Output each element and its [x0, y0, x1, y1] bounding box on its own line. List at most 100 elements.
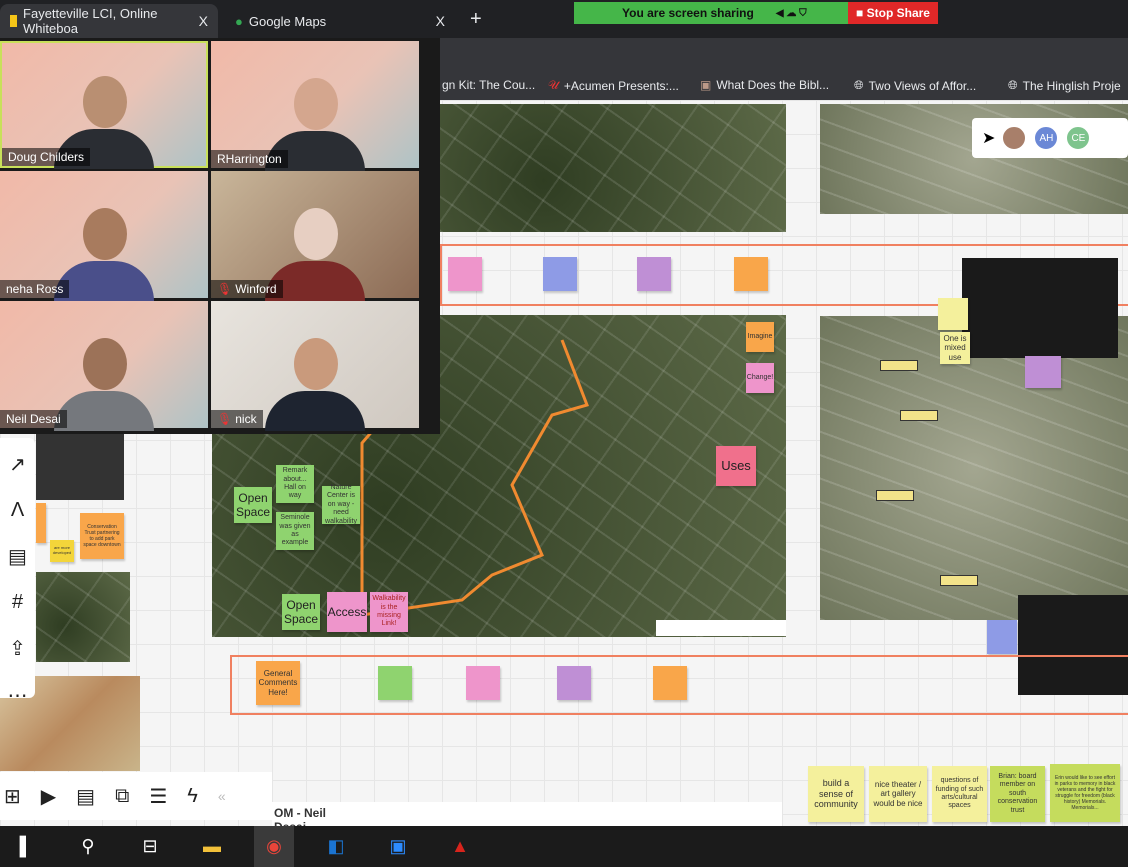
close-tab-icon[interactable]: X	[199, 13, 208, 29]
collapse-icon[interactable]: «	[218, 788, 226, 804]
chrome-icon[interactable]: ◉	[254, 826, 294, 867]
screens-icon[interactable]: ⧉	[115, 785, 129, 808]
search-icon[interactable]: ⚲	[68, 826, 108, 867]
precedent-photos	[962, 258, 1118, 358]
zoom-icon[interactable]: ▣	[378, 826, 418, 867]
sticky-note[interactable]	[653, 666, 687, 700]
new-tab-button[interactable]: +	[470, 8, 482, 31]
sticky-note[interactable]: are more developed	[50, 540, 74, 562]
grid-view-icon[interactable]: ⊞	[4, 784, 21, 809]
sticky-note[interactable]	[378, 666, 412, 700]
sticky-note[interactable]	[734, 257, 768, 291]
pen-tool-icon[interactable]: Λ	[11, 499, 24, 522]
sticky-note[interactable]: Seminole was given as example	[276, 512, 314, 550]
stop-share-label: Stop Share	[866, 6, 930, 20]
bookmark-label: What Does the Bibl...	[716, 78, 830, 92]
close-tab-icon[interactable]: X	[436, 13, 445, 29]
more-tools-icon[interactable]: ⋯	[8, 683, 28, 708]
participant-name: Doug Childers	[2, 148, 91, 166]
acrobat-icon[interactable]: ▲	[440, 826, 480, 867]
sticky-note[interactable]	[987, 620, 1017, 654]
start-icon[interactable]: ▌	[6, 826, 46, 867]
sticky-note[interactable]	[448, 257, 482, 291]
bookmark[interactable]: 🌐︎ The Hinglish Proje	[1008, 78, 1121, 93]
mic-muted-icon: 🎙︎	[217, 282, 233, 296]
outlook-icon[interactable]: ◧	[316, 826, 356, 867]
map-scale-bar	[656, 620, 786, 636]
presentation-icon[interactable]: ▶	[41, 784, 56, 809]
windows-taskbar: ▌ ⚲ ⊟ ▬ ◉ ◧ ▣ ▲	[0, 826, 1128, 867]
sticky-note[interactable]: Conservation Trust partnering to add par…	[80, 513, 124, 559]
sticky-open-space[interactable]: Open Space	[234, 487, 272, 523]
comment-tool-icon[interactable]: ▤	[8, 544, 27, 569]
bookmark-label: Two Views of Affor...	[868, 78, 977, 93]
video-tile[interactable]: 🎙︎ nick	[211, 301, 419, 431]
acumen-icon: 𝒰	[548, 78, 559, 92]
sticky-access[interactable]: Access	[327, 592, 367, 632]
bookmark[interactable]: 𝒰 +Acumen Presents:...	[548, 78, 679, 93]
sticky-note[interactable]	[557, 666, 591, 700]
map-label	[900, 410, 938, 421]
bookmark-icon: ▣	[700, 78, 712, 92]
tab-title: Google Maps	[248, 13, 327, 29]
bookmark[interactable]: gn Kit: The Cou...	[442, 78, 535, 92]
sticky-note[interactable]: build a sense of community	[808, 766, 864, 822]
left-toolbar: ↗ Λ ▤ # ⇪ ⋯	[0, 438, 35, 707]
video-tile[interactable]: Doug Childers	[0, 41, 208, 169]
sticky-note[interactable]: Remark about... Hall on way	[276, 465, 314, 503]
bookmark[interactable]: 🌐︎ Two Views of Affor...	[854, 78, 976, 93]
tab-whiteboard[interactable]: Fayetteville LCI, Online Whiteboa X	[0, 4, 218, 38]
upload-icon[interactable]: ⇪	[9, 636, 26, 661]
sharing-status: You are screen sharing	[622, 6, 754, 20]
avatar[interactable]: AH	[1033, 125, 1060, 151]
globe-icon: 🌐︎	[854, 78, 864, 92]
map-frame-partial	[362, 802, 782, 826]
tab-google-maps[interactable]: ● Google Maps X	[225, 4, 455, 38]
video-tile[interactable]: Neil Desai	[0, 301, 208, 431]
sticky-note[interactable]: Erin would like to see effort in parks t…	[1050, 764, 1120, 822]
cursor-follow-icon[interactable]: ➤	[982, 128, 995, 148]
task-view-icon[interactable]: ⊟	[130, 826, 170, 867]
avatar[interactable]	[1001, 125, 1028, 151]
frame-tool-icon[interactable]: #	[12, 591, 23, 614]
zoom-video-gallery: Doug Childers RHarrington neha Ross 🎙︎ Wi…	[0, 38, 440, 434]
lightning-icon[interactable]: ϟ	[187, 785, 198, 808]
sticky-note[interactable]	[938, 298, 968, 330]
arrow-tool-icon[interactable]: ↗	[9, 452, 26, 477]
miro-favicon-icon	[10, 15, 18, 27]
file-explorer-icon[interactable]: ▬	[192, 826, 232, 867]
sticky-note[interactable]	[1025, 356, 1061, 388]
sticky-note[interactable]	[466, 666, 500, 700]
sticky-note[interactable]	[637, 257, 671, 291]
video-tile[interactable]: 🎙︎ Winford	[211, 171, 419, 301]
avatar[interactable]: CE	[1065, 125, 1092, 151]
globe-icon: 🌐︎	[1008, 78, 1018, 92]
stop-share-button[interactable]: ■ Stop Share	[848, 2, 938, 24]
map-label	[880, 360, 918, 371]
sticky-note[interactable]: Nature Center is on way - need walkabili…	[322, 484, 360, 525]
sticky-open-space[interactable]: Open Space	[282, 594, 320, 630]
video-tile[interactable]: neha Ross	[0, 171, 208, 301]
sticky-note[interactable]	[36, 503, 46, 543]
sticky-change[interactable]: Change!	[746, 363, 774, 393]
sticky-note[interactable]: questions of funding of such arts/cultur…	[932, 766, 987, 822]
sticky-mixed-use[interactable]: One is mixed use	[940, 332, 970, 364]
video-tile[interactable]: RHarrington	[211, 41, 419, 171]
sticky-walkability[interactable]: Walkability is the missing Link!	[370, 592, 408, 632]
bookmark[interactable]: ▣ What Does the Bibl...	[700, 78, 829, 92]
participant-name: RHarrington	[211, 150, 288, 168]
sticky-note[interactable]	[543, 257, 577, 291]
tab-title: Fayetteville LCI, Online Whiteboa	[23, 6, 158, 36]
sticky-general-comments[interactable]: General Comments Here!	[256, 661, 300, 705]
sticky-imagine[interactable]: Imagine	[746, 322, 774, 352]
list-icon[interactable]: ☰	[149, 784, 167, 809]
sticky-uses[interactable]: Uses	[716, 446, 756, 486]
sticky-note[interactable]: nice theater / art gallery would be nice	[869, 766, 927, 822]
bookmark-label: gn Kit: The Cou...	[442, 78, 536, 92]
chat-icon[interactable]: ▤	[76, 784, 95, 809]
participant-gallery-image	[36, 434, 124, 500]
mic-muted-icon: 🎙︎	[217, 412, 233, 426]
share-controls-icon[interactable]: ◀ ☁ ⛉	[776, 8, 807, 19]
sticky-note[interactable]: Brian: board member on south conservatio…	[990, 766, 1045, 822]
map-label	[876, 490, 914, 501]
